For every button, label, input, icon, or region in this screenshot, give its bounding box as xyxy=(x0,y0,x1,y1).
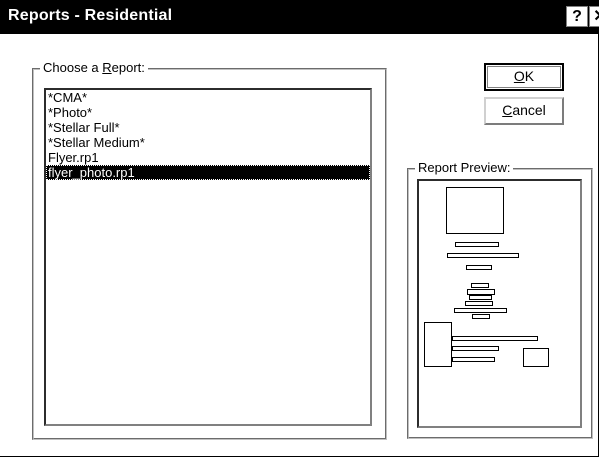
title-bar[interactable]: Reports - Residential ? ✕ xyxy=(0,0,599,34)
preview-line xyxy=(465,301,493,306)
list-item-stellar-full[interactable]: *Stellar Full* xyxy=(46,120,370,135)
ok-button[interactable]: OK xyxy=(484,63,564,91)
report-preview-label: Report Preview: xyxy=(415,161,514,175)
cancel-button[interactable]: Cancel xyxy=(484,97,564,125)
preview-line xyxy=(467,289,495,295)
list-item-flyer-photo[interactable]: flyer_photo.rp1 xyxy=(46,165,370,180)
preview-box xyxy=(523,348,549,367)
reports-dialog: Reports - Residential ? ✕ Choose a Repor… xyxy=(0,0,599,457)
preview-line xyxy=(466,265,492,270)
list-item-cma[interactable]: *CMA* xyxy=(46,90,370,105)
list-item-flyer[interactable]: Flyer.rp1 xyxy=(46,150,370,165)
preview-line xyxy=(455,242,499,247)
list-item-photo[interactable]: *Photo* xyxy=(46,105,370,120)
preview-line xyxy=(471,283,489,288)
preview-photo-small xyxy=(424,322,452,367)
preview-line xyxy=(469,295,492,300)
report-preview-pane xyxy=(417,179,582,428)
list-item-stellar-medium[interactable]: *Stellar Medium* xyxy=(46,135,370,150)
preview-line xyxy=(454,308,507,313)
choose-report-label: Choose a Report: xyxy=(40,61,148,75)
preview-line xyxy=(447,253,519,258)
help-button[interactable]: ? xyxy=(566,6,588,27)
preview-line xyxy=(472,314,490,319)
close-button[interactable]: ✕ xyxy=(589,6,599,27)
preview-line xyxy=(452,346,499,351)
preview-line xyxy=(452,357,495,362)
close-icon: ✕ xyxy=(593,8,599,25)
window-title: Reports - Residential xyxy=(8,7,173,24)
report-preview-thumbnail xyxy=(424,187,549,367)
preview-photo-box xyxy=(446,187,504,234)
report-list[interactable]: *CMA* *Photo* *Stellar Full* *Stellar Me… xyxy=(44,88,372,426)
preview-line xyxy=(452,336,538,341)
